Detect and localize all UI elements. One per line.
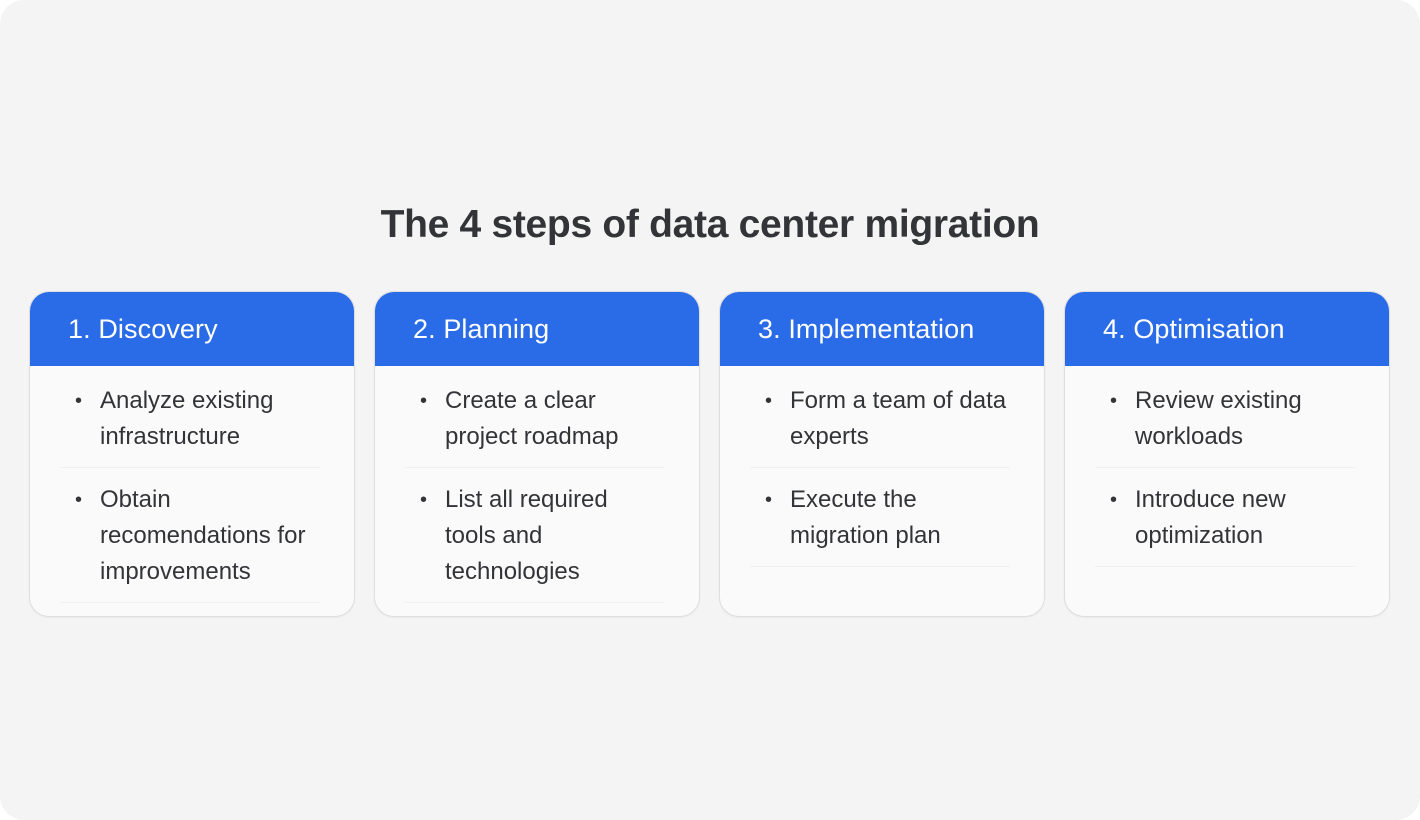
step-item-text: Execute the migration plan <box>790 486 941 549</box>
step-item-text: Form a team of data experts <box>790 387 1007 450</box>
step-item-text: List all required tools and technologies <box>445 486 608 585</box>
step-card-discovery: 1. Discovery • Analyze existing infrastr… <box>29 291 355 617</box>
diagram-canvas: The 4 steps of data center migration 1. … <box>0 0 1420 820</box>
bullet-icon: • <box>420 390 428 412</box>
bullet-icon: • <box>1110 390 1118 412</box>
step-item: • List all required tools and technologi… <box>405 468 665 603</box>
step-item: • Form a team of data experts <box>750 383 1010 468</box>
step-list: • Analyze existing infrastructure • Obta… <box>30 366 354 603</box>
step-item-text: Introduce new optimization <box>1135 486 1286 549</box>
step-header: 3. Implementation <box>720 292 1044 366</box>
step-list: • Create a clear project roadmap • List … <box>375 366 699 603</box>
bullet-icon: • <box>75 489 83 511</box>
step-item-text: Obtain recomendations for improvements <box>100 486 306 585</box>
bullet-icon: • <box>420 489 428 511</box>
step-item: • Execute the migration plan <box>750 468 1010 567</box>
diagram-title: The 4 steps of data center migration <box>380 203 1040 246</box>
step-item-text: Review existing workloads <box>1135 387 1302 450</box>
bullet-icon: • <box>765 489 773 511</box>
step-item-text: Create a clear project roadmap <box>445 387 619 450</box>
bullet-icon: • <box>765 390 773 412</box>
bullet-icon: • <box>75 390 83 412</box>
steps-row: 1. Discovery • Analyze existing infrastr… <box>29 291 1391 617</box>
step-card-planning: 2. Planning • Create a clear project roa… <box>374 291 700 617</box>
step-item: • Obtain recomendations for improvements <box>60 468 320 603</box>
step-header: 4. Optimisation <box>1065 292 1389 366</box>
step-header: 2. Planning <box>375 292 699 366</box>
bullet-icon: • <box>1110 489 1118 511</box>
step-card-implementation: 3. Implementation • Form a team of data … <box>719 291 1045 617</box>
step-header: 1. Discovery <box>30 292 354 366</box>
step-item: • Review existing workloads <box>1095 383 1355 468</box>
step-item-text: Analyze existing infrastructure <box>100 387 274 450</box>
step-list: • Review existing workloads • Introduce … <box>1065 366 1389 567</box>
step-card-optimisation: 4. Optimisation • Review existing worklo… <box>1064 291 1390 617</box>
step-item: • Introduce new optimization <box>1095 468 1355 567</box>
step-list: • Form a team of data experts • Execute … <box>720 366 1044 567</box>
step-item: • Analyze existing infrastructure <box>60 383 320 468</box>
step-item: • Create a clear project roadmap <box>405 383 665 468</box>
